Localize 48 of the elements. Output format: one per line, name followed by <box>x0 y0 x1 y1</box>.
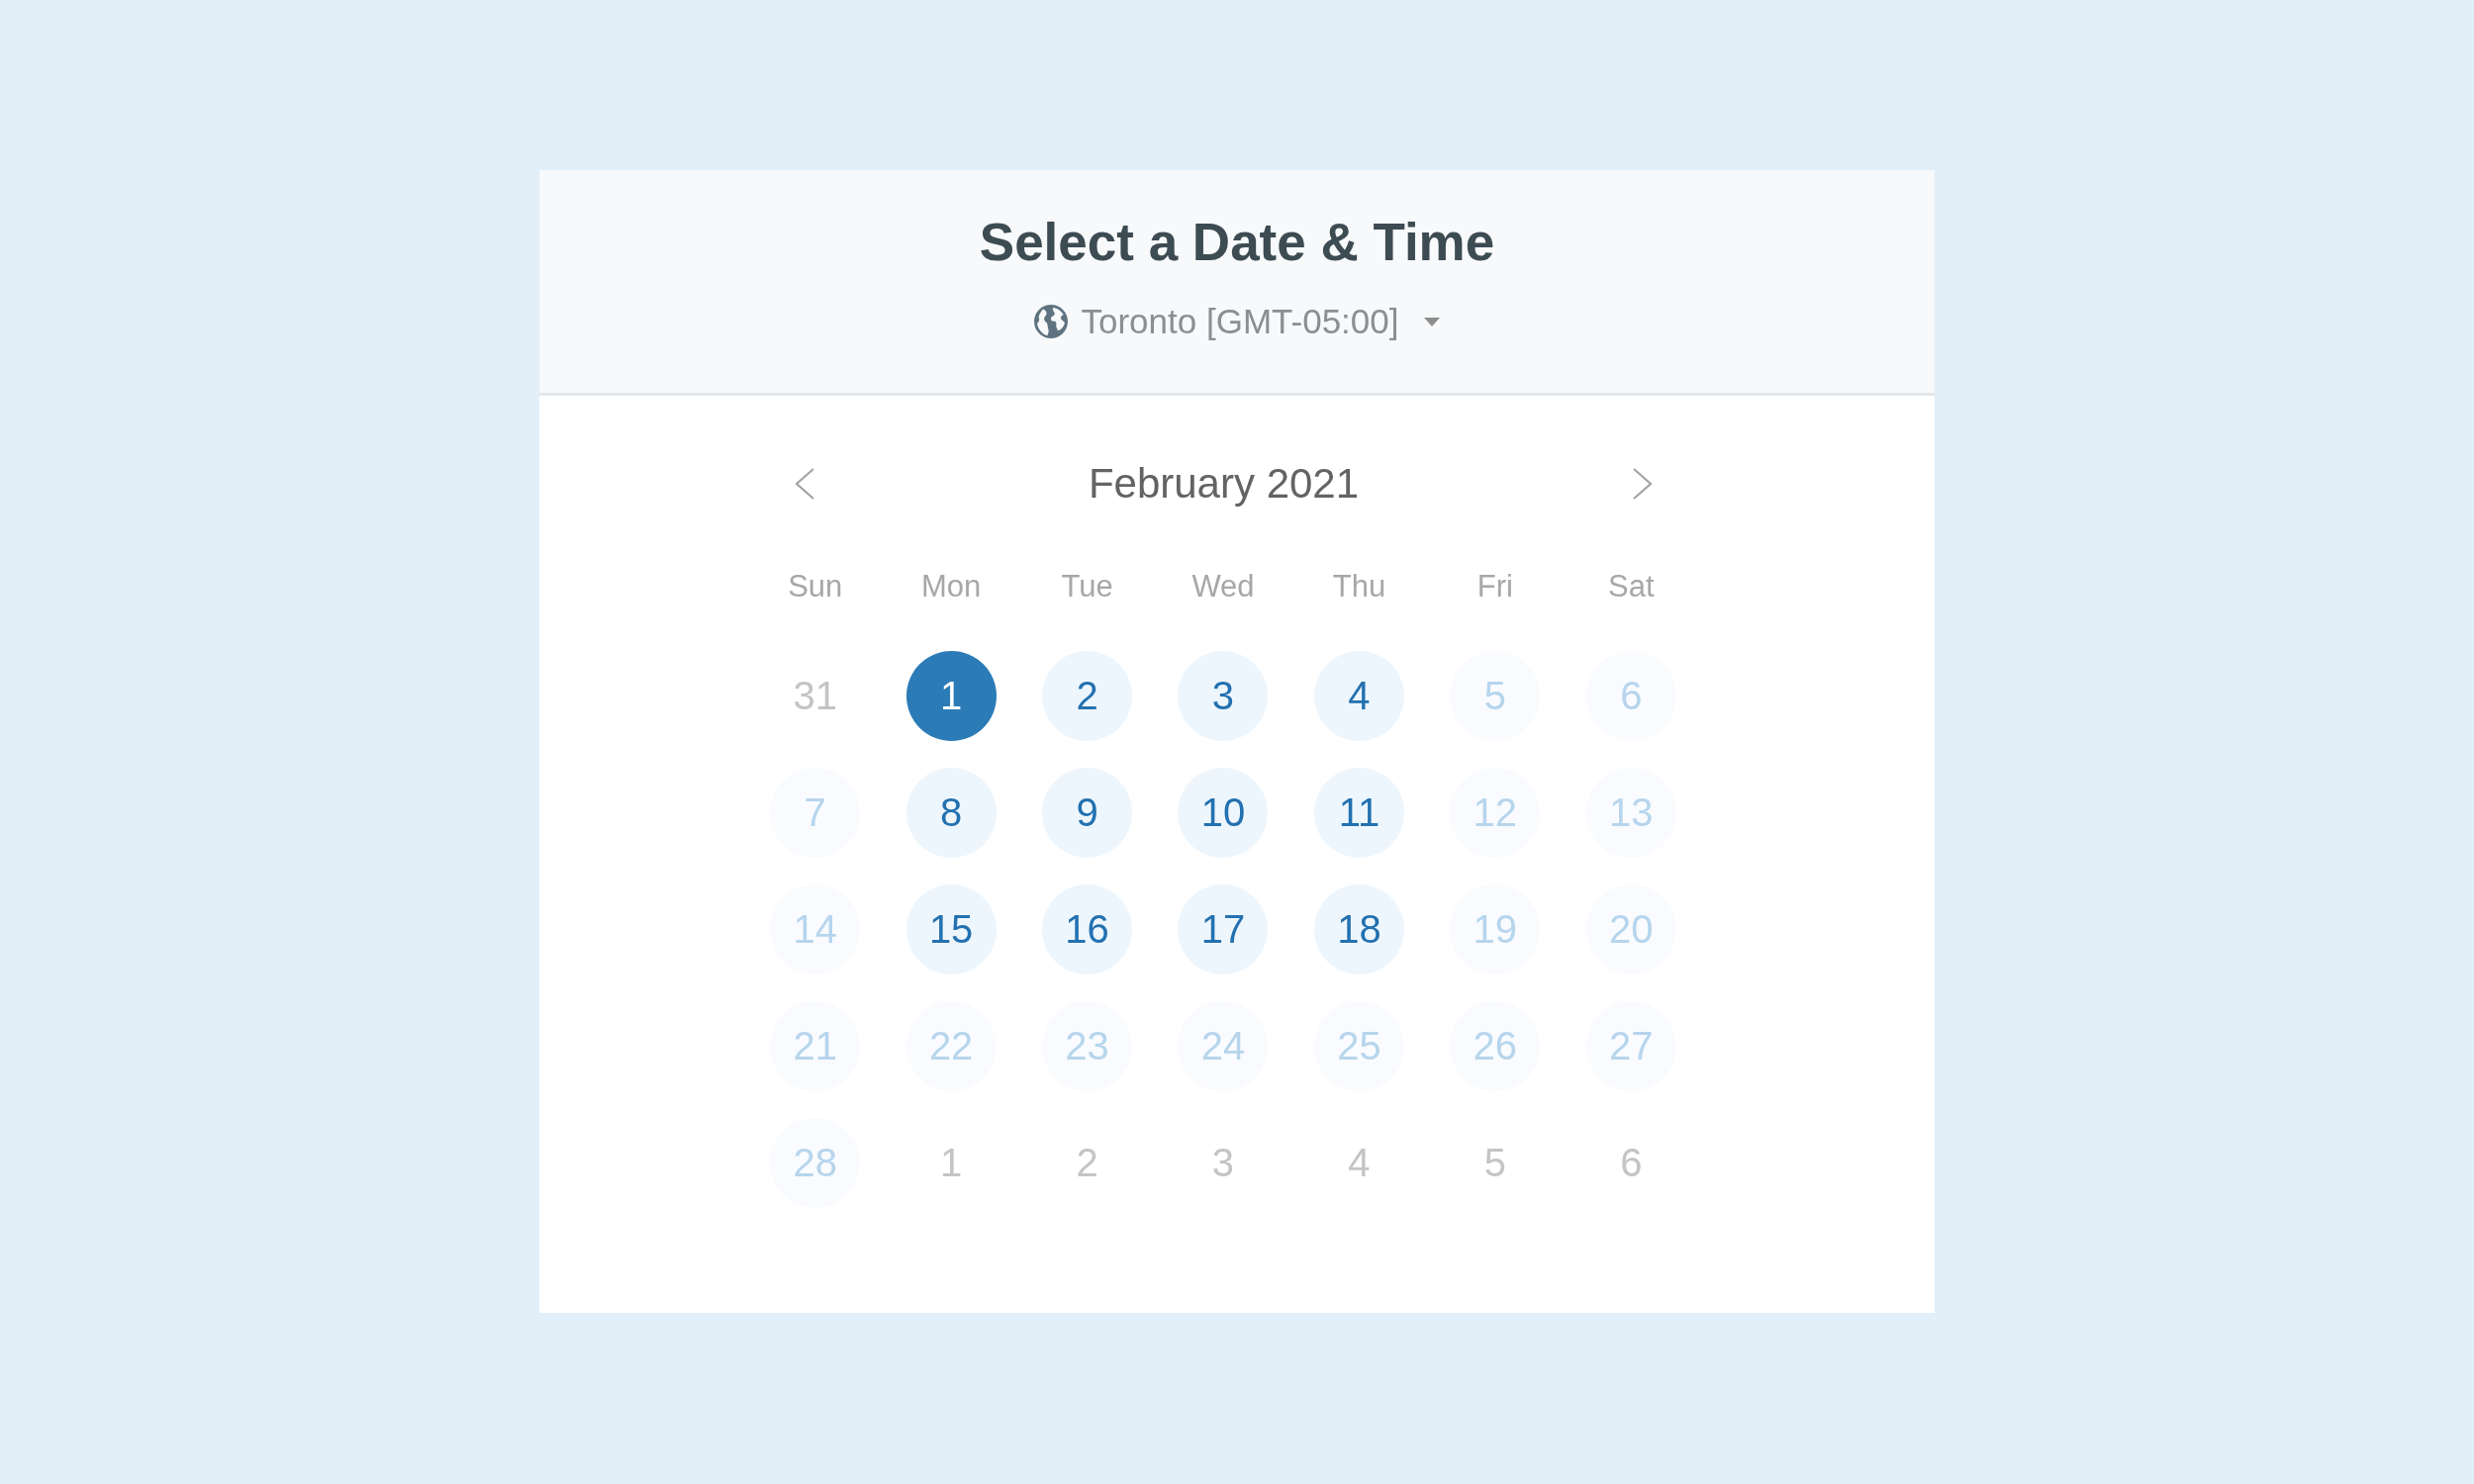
weekday-label: Wed <box>1191 568 1255 605</box>
unavailable-day: 27 <box>1585 1000 1676 1091</box>
unavailable-day: 12 <box>1450 767 1541 858</box>
day-number: 6 <box>1620 1140 1643 1185</box>
day-button[interactable]: 11 <box>1313 767 1404 858</box>
unavailable-day: 25 <box>1313 1000 1404 1091</box>
unavailable-day: 23 <box>1042 1000 1133 1091</box>
page-title: Select a Date & Time <box>979 212 1495 273</box>
day-button[interactable]: 8 <box>905 767 997 858</box>
unavailable-day: 26 <box>1450 1000 1541 1091</box>
day-button[interactable]: 2 <box>1042 650 1133 741</box>
day-number: 5 <box>1483 1140 1506 1185</box>
day-button[interactable]: 15 <box>905 883 997 974</box>
day-number: 4 <box>1348 1140 1371 1185</box>
weekday-label: Fri <box>1476 568 1513 605</box>
unavailable-day: 14 <box>770 883 861 974</box>
unavailable-day: 21 <box>770 1000 861 1091</box>
timezone-dropdown[interactable]: Toronto [GMT-05:00] <box>1033 300 1441 343</box>
unavailable-day: 13 <box>1585 767 1676 858</box>
month-title: February 2021 <box>1088 459 1360 509</box>
day-button[interactable]: 16 <box>1042 883 1133 974</box>
unavailable-day: 20 <box>1585 883 1676 974</box>
chevron-left-icon[interactable] <box>794 467 815 501</box>
unavailable-day: 22 <box>905 1000 997 1091</box>
unavailable-day: 5 <box>1450 650 1541 741</box>
day-button[interactable]: 18 <box>1313 883 1404 974</box>
day-number: 1 <box>940 1140 963 1185</box>
day-button[interactable]: 3 <box>1178 650 1269 741</box>
day-button[interactable]: 4 <box>1313 650 1404 741</box>
day-button[interactable]: 17 <box>1178 883 1269 974</box>
unavailable-day: 19 <box>1450 883 1541 974</box>
day-number: 31 <box>793 673 837 718</box>
unavailable-day: 28 <box>770 1117 861 1208</box>
day-number: 3 <box>1211 1140 1235 1185</box>
weekday-label: Mon <box>920 568 982 605</box>
weekday-label: Sun <box>788 568 843 605</box>
weekday-label: Thu <box>1332 568 1386 605</box>
globe-icon <box>1033 305 1068 338</box>
unavailable-day: 6 <box>1585 650 1676 741</box>
unavailable-day: 7 <box>770 767 861 858</box>
weekday-label: Tue <box>1061 568 1113 605</box>
weekday-label: Sat <box>1608 568 1655 605</box>
chevron-right-icon[interactable] <box>1632 467 1654 501</box>
day-number: 2 <box>1076 1140 1098 1185</box>
day-button[interactable]: 9 <box>1042 767 1133 858</box>
caret-icon <box>1424 317 1441 326</box>
day-button[interactable]: 10 <box>1178 767 1269 858</box>
unavailable-day: 24 <box>1178 1000 1269 1091</box>
